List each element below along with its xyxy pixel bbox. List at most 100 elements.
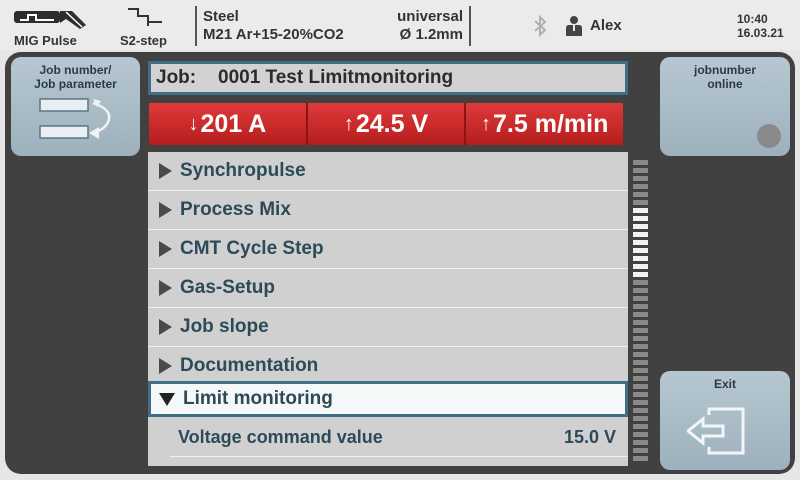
job-menu-list: Synchropulse Process Mix CMT Cycle Step … bbox=[148, 152, 628, 466]
jobnumber-online-label-2: online bbox=[707, 77, 743, 91]
job-title[interactable]: Job: 0001 Test Limitmonitoring bbox=[148, 61, 628, 95]
scrollbar-track-segment bbox=[633, 376, 648, 381]
scrollbar-track-segment bbox=[633, 432, 648, 437]
wirespeed-param[interactable]: ↑ 7.5 m/min bbox=[466, 103, 624, 145]
process-info: universal Ø 1.2mm bbox=[340, 8, 463, 44]
scrollbar-track-segment bbox=[633, 184, 648, 189]
scrollbar-track-segment bbox=[633, 360, 648, 365]
scrollbar-track-segment bbox=[633, 328, 648, 333]
scrollbar-track-segment bbox=[633, 296, 648, 301]
arrow-down-icon: ↓ bbox=[188, 112, 199, 135]
scrollbar-track-segment bbox=[633, 176, 648, 181]
scrollbar-track-segment bbox=[633, 168, 648, 173]
current-param[interactable]: ↓ 201 A bbox=[149, 103, 308, 145]
date: 16.03.21 bbox=[737, 26, 784, 40]
collapse-arrow-icon bbox=[159, 392, 175, 406]
scrollbar-thumb-segment bbox=[633, 264, 648, 269]
scrollbar-track-segment bbox=[633, 368, 648, 373]
scrollbar-track-segment bbox=[633, 200, 648, 205]
menu-item-label: Limit monitoring bbox=[183, 388, 333, 409]
scrollbar-track-segment bbox=[633, 448, 648, 453]
scrollbar-track-segment bbox=[633, 336, 648, 341]
scrollbar-thumb-segment bbox=[633, 240, 648, 245]
scrollbar-track-segment bbox=[633, 288, 648, 293]
user-name[interactable]: Alex bbox=[590, 17, 622, 34]
scrollbar-track-segment bbox=[633, 400, 648, 405]
expand-arrow-icon bbox=[159, 202, 172, 218]
expand-arrow-icon bbox=[159, 319, 172, 335]
user-icon bbox=[565, 15, 583, 42]
bluetooth-icon bbox=[532, 14, 548, 43]
scrollbar-track-segment bbox=[633, 192, 648, 197]
scrollbar-track-segment bbox=[633, 456, 648, 461]
menu-item-label: Documentation bbox=[180, 355, 319, 376]
menu-item-label: Gas-Setup bbox=[180, 277, 276, 298]
menu-item-gas-setup[interactable]: Gas-Setup bbox=[148, 269, 628, 308]
job-label: Job: bbox=[156, 67, 197, 88]
scrollbar-track-segment bbox=[633, 160, 648, 165]
scrollbar[interactable] bbox=[633, 160, 648, 464]
status-bar: MIG Pulse S2-step Steel M21 Ar+15-20%CO2… bbox=[0, 0, 800, 50]
wirespeed-value: 7.5 m/min bbox=[493, 109, 609, 138]
job-parameter-label-2: Job parameter bbox=[34, 77, 117, 91]
parameter-bar: ↓ 201 A ↑ 24.5 V ↑ 7.5 m/min bbox=[149, 103, 624, 145]
expand-arrow-icon bbox=[159, 280, 172, 296]
scrollbar-track-segment bbox=[633, 304, 648, 309]
subitem-label: Voltage command value bbox=[178, 426, 383, 447]
jobnumber-online-label-1: jobnumber bbox=[694, 63, 756, 77]
scrollbar-track-segment bbox=[633, 424, 648, 429]
menu-item-synchropulse[interactable]: Synchropulse bbox=[148, 152, 628, 191]
job-parameter-button[interactable]: Job number/ Job parameter bbox=[11, 57, 140, 156]
scrollbar-thumb-segment bbox=[633, 232, 648, 237]
scrollbar-thumb-segment bbox=[633, 224, 648, 229]
material-label: Steel bbox=[203, 8, 239, 25]
characteristic-label: universal bbox=[397, 8, 463, 25]
expand-arrow-icon bbox=[159, 163, 172, 179]
mig-pulse-icon bbox=[14, 7, 86, 34]
arrow-up-icon: ↑ bbox=[343, 112, 354, 135]
exit-button[interactable]: Exit bbox=[660, 371, 790, 470]
menu-item-cmt-cycle-step[interactable]: CMT Cycle Step bbox=[148, 230, 628, 269]
scrollbar-track-segment bbox=[633, 416, 648, 421]
gas-label: M21 Ar+15-20%CO2 bbox=[203, 26, 344, 43]
clock: 10:40 16.03.21 bbox=[737, 12, 784, 40]
scrollbar-thumb-segment bbox=[633, 208, 648, 213]
arrow-up-icon: ↑ bbox=[481, 112, 492, 135]
menu-item-job-slope[interactable]: Job slope bbox=[148, 308, 628, 347]
scrollbar-track-segment bbox=[633, 384, 648, 389]
subitem-value: 15.0 V bbox=[563, 426, 616, 447]
scrollbar-track-segment bbox=[633, 344, 648, 349]
expand-arrow-icon bbox=[159, 358, 172, 374]
menu-item-label: Process Mix bbox=[180, 199, 291, 220]
subitem-voltage-command-value[interactable]: Voltage command value 15.0 V bbox=[170, 418, 628, 457]
menu-item-process-mix[interactable]: Process Mix bbox=[148, 191, 628, 230]
scrollbar-thumb-segment bbox=[633, 256, 648, 261]
s2-step-icon bbox=[127, 6, 163, 33]
divider bbox=[195, 6, 197, 46]
expand-arrow-icon bbox=[159, 241, 172, 257]
exit-label: Exit bbox=[713, 377, 736, 391]
scrollbar-track-segment bbox=[633, 408, 648, 413]
scrollbar-thumb-segment bbox=[633, 248, 648, 253]
voltage-param[interactable]: ↑ 24.5 V bbox=[307, 103, 467, 145]
scrollbar-track-segment bbox=[633, 392, 648, 397]
indicator-icon bbox=[757, 124, 781, 148]
scrollbar-track-segment bbox=[633, 352, 648, 357]
current-value: 201 A bbox=[200, 109, 267, 138]
jobnumber-online-button[interactable]: jobnumber online bbox=[660, 57, 790, 156]
mode-label: MIG Pulse bbox=[14, 33, 77, 48]
job-parameter-label-1: Job number/ bbox=[39, 63, 112, 77]
menu-item-label: Synchropulse bbox=[180, 160, 306, 181]
exit-icon bbox=[685, 405, 749, 460]
step-label: S2-step bbox=[120, 33, 167, 48]
menu-item-limit-monitoring[interactable]: Limit monitoring bbox=[148, 381, 628, 417]
menu-item-label: Job slope bbox=[180, 316, 269, 337]
list-item bbox=[170, 461, 628, 466]
wire-label: Ø 1.2mm bbox=[399, 26, 463, 43]
divider bbox=[469, 6, 471, 46]
job-name: 0001 Test Limitmonitoring bbox=[218, 67, 454, 88]
menu-item-label: CMT Cycle Step bbox=[180, 238, 324, 259]
material-info: Steel M21 Ar+15-20%CO2 bbox=[203, 8, 344, 44]
scrollbar-thumb-segment bbox=[633, 216, 648, 221]
scrollbar-track-segment bbox=[633, 280, 648, 285]
